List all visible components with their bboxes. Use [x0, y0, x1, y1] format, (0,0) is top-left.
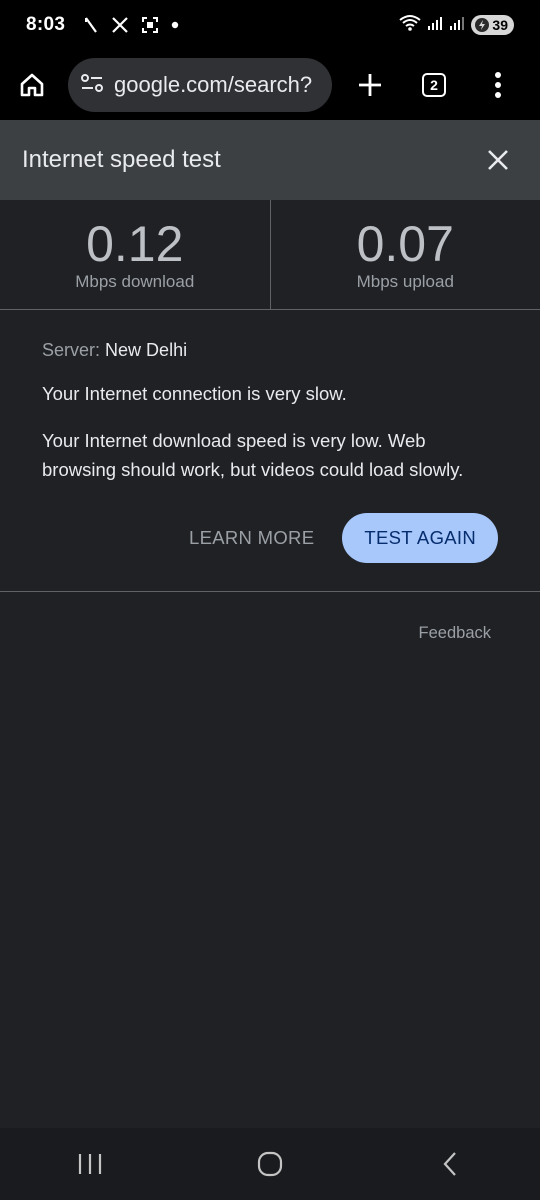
- menu-button[interactable]: [466, 53, 530, 117]
- address-bar[interactable]: google.com/search?: [68, 58, 332, 112]
- screen: 8:03 39 google.com/search? 2 Internet sp…: [0, 0, 540, 1200]
- speed-explanation: Your Internet download speed is very low…: [42, 430, 464, 480]
- upload-value: 0.07: [356, 216, 454, 272]
- feedback-link[interactable]: Feedback: [419, 624, 491, 643]
- upload-metric: 0.07 Mbps upload: [269, 200, 540, 309]
- speed-metrics: 0.12 Mbps download 0.07 Mbps upload: [0, 200, 540, 310]
- download-value: 0.12: [86, 216, 184, 272]
- recents-icon: [78, 1154, 102, 1174]
- battery-indicator: 39: [471, 15, 514, 35]
- dot-icon: [171, 21, 179, 29]
- home-nav-button[interactable]: [230, 1134, 310, 1194]
- site-settings-icon[interactable]: [80, 73, 104, 98]
- actions-row: LEARN MORE TEST AGAIN: [189, 513, 498, 563]
- download-metric: 0.12 Mbps download: [0, 200, 270, 309]
- server-value: New Delhi: [105, 340, 188, 360]
- divider: [0, 591, 540, 592]
- connection-message: Your Internet connection is very slow.: [42, 383, 347, 404]
- test-again-button[interactable]: TEST AGAIN: [342, 513, 498, 563]
- speed-test-title: Internet speed test: [22, 146, 221, 173]
- upload-label: Mbps upload: [356, 272, 454, 291]
- tab-switcher-button[interactable]: 2: [402, 53, 466, 117]
- download-label: Mbps download: [75, 272, 195, 291]
- x-icon: [111, 16, 129, 34]
- server-row: Server: New Delhi: [42, 340, 502, 361]
- status-system-icons: 39: [399, 14, 514, 37]
- home-circle-icon: [257, 1151, 283, 1177]
- speed-test-header: Internet speed test: [0, 120, 540, 200]
- close-button[interactable]: [478, 140, 518, 180]
- back-button[interactable]: [410, 1134, 490, 1194]
- slash-app-icon: [83, 16, 99, 34]
- plus-icon: [359, 74, 381, 96]
- status-time: 8:03: [26, 14, 66, 35]
- home-button[interactable]: [0, 53, 64, 117]
- system-nav-bar: [0, 1128, 540, 1200]
- screenshot-icon: [141, 16, 159, 34]
- charging-icon: [475, 18, 490, 32]
- close-icon: [488, 150, 508, 170]
- wifi-icon: [399, 14, 422, 37]
- status-notification-icons: [83, 16, 179, 34]
- home-icon: [20, 73, 44, 97]
- battery-level: 39: [492, 17, 508, 33]
- url-text[interactable]: google.com/search?: [114, 72, 312, 98]
- status-bar: 8:03 39: [0, 0, 540, 50]
- speed-test-details: Server: New Delhi Your Internet connecti…: [42, 340, 502, 484]
- tab-count: 2: [422, 73, 446, 97]
- new-tab-button[interactable]: [338, 53, 402, 117]
- recents-button[interactable]: [50, 1134, 130, 1194]
- signal-icon: [449, 15, 465, 36]
- signal-icon: [427, 15, 443, 36]
- learn-more-button[interactable]: LEARN MORE: [189, 527, 314, 549]
- more-vert-icon: [495, 72, 501, 98]
- server-label: Server:: [42, 340, 101, 360]
- browser-toolbar: google.com/search? 2: [0, 50, 540, 120]
- back-chevron-icon: [443, 1152, 456, 1176]
